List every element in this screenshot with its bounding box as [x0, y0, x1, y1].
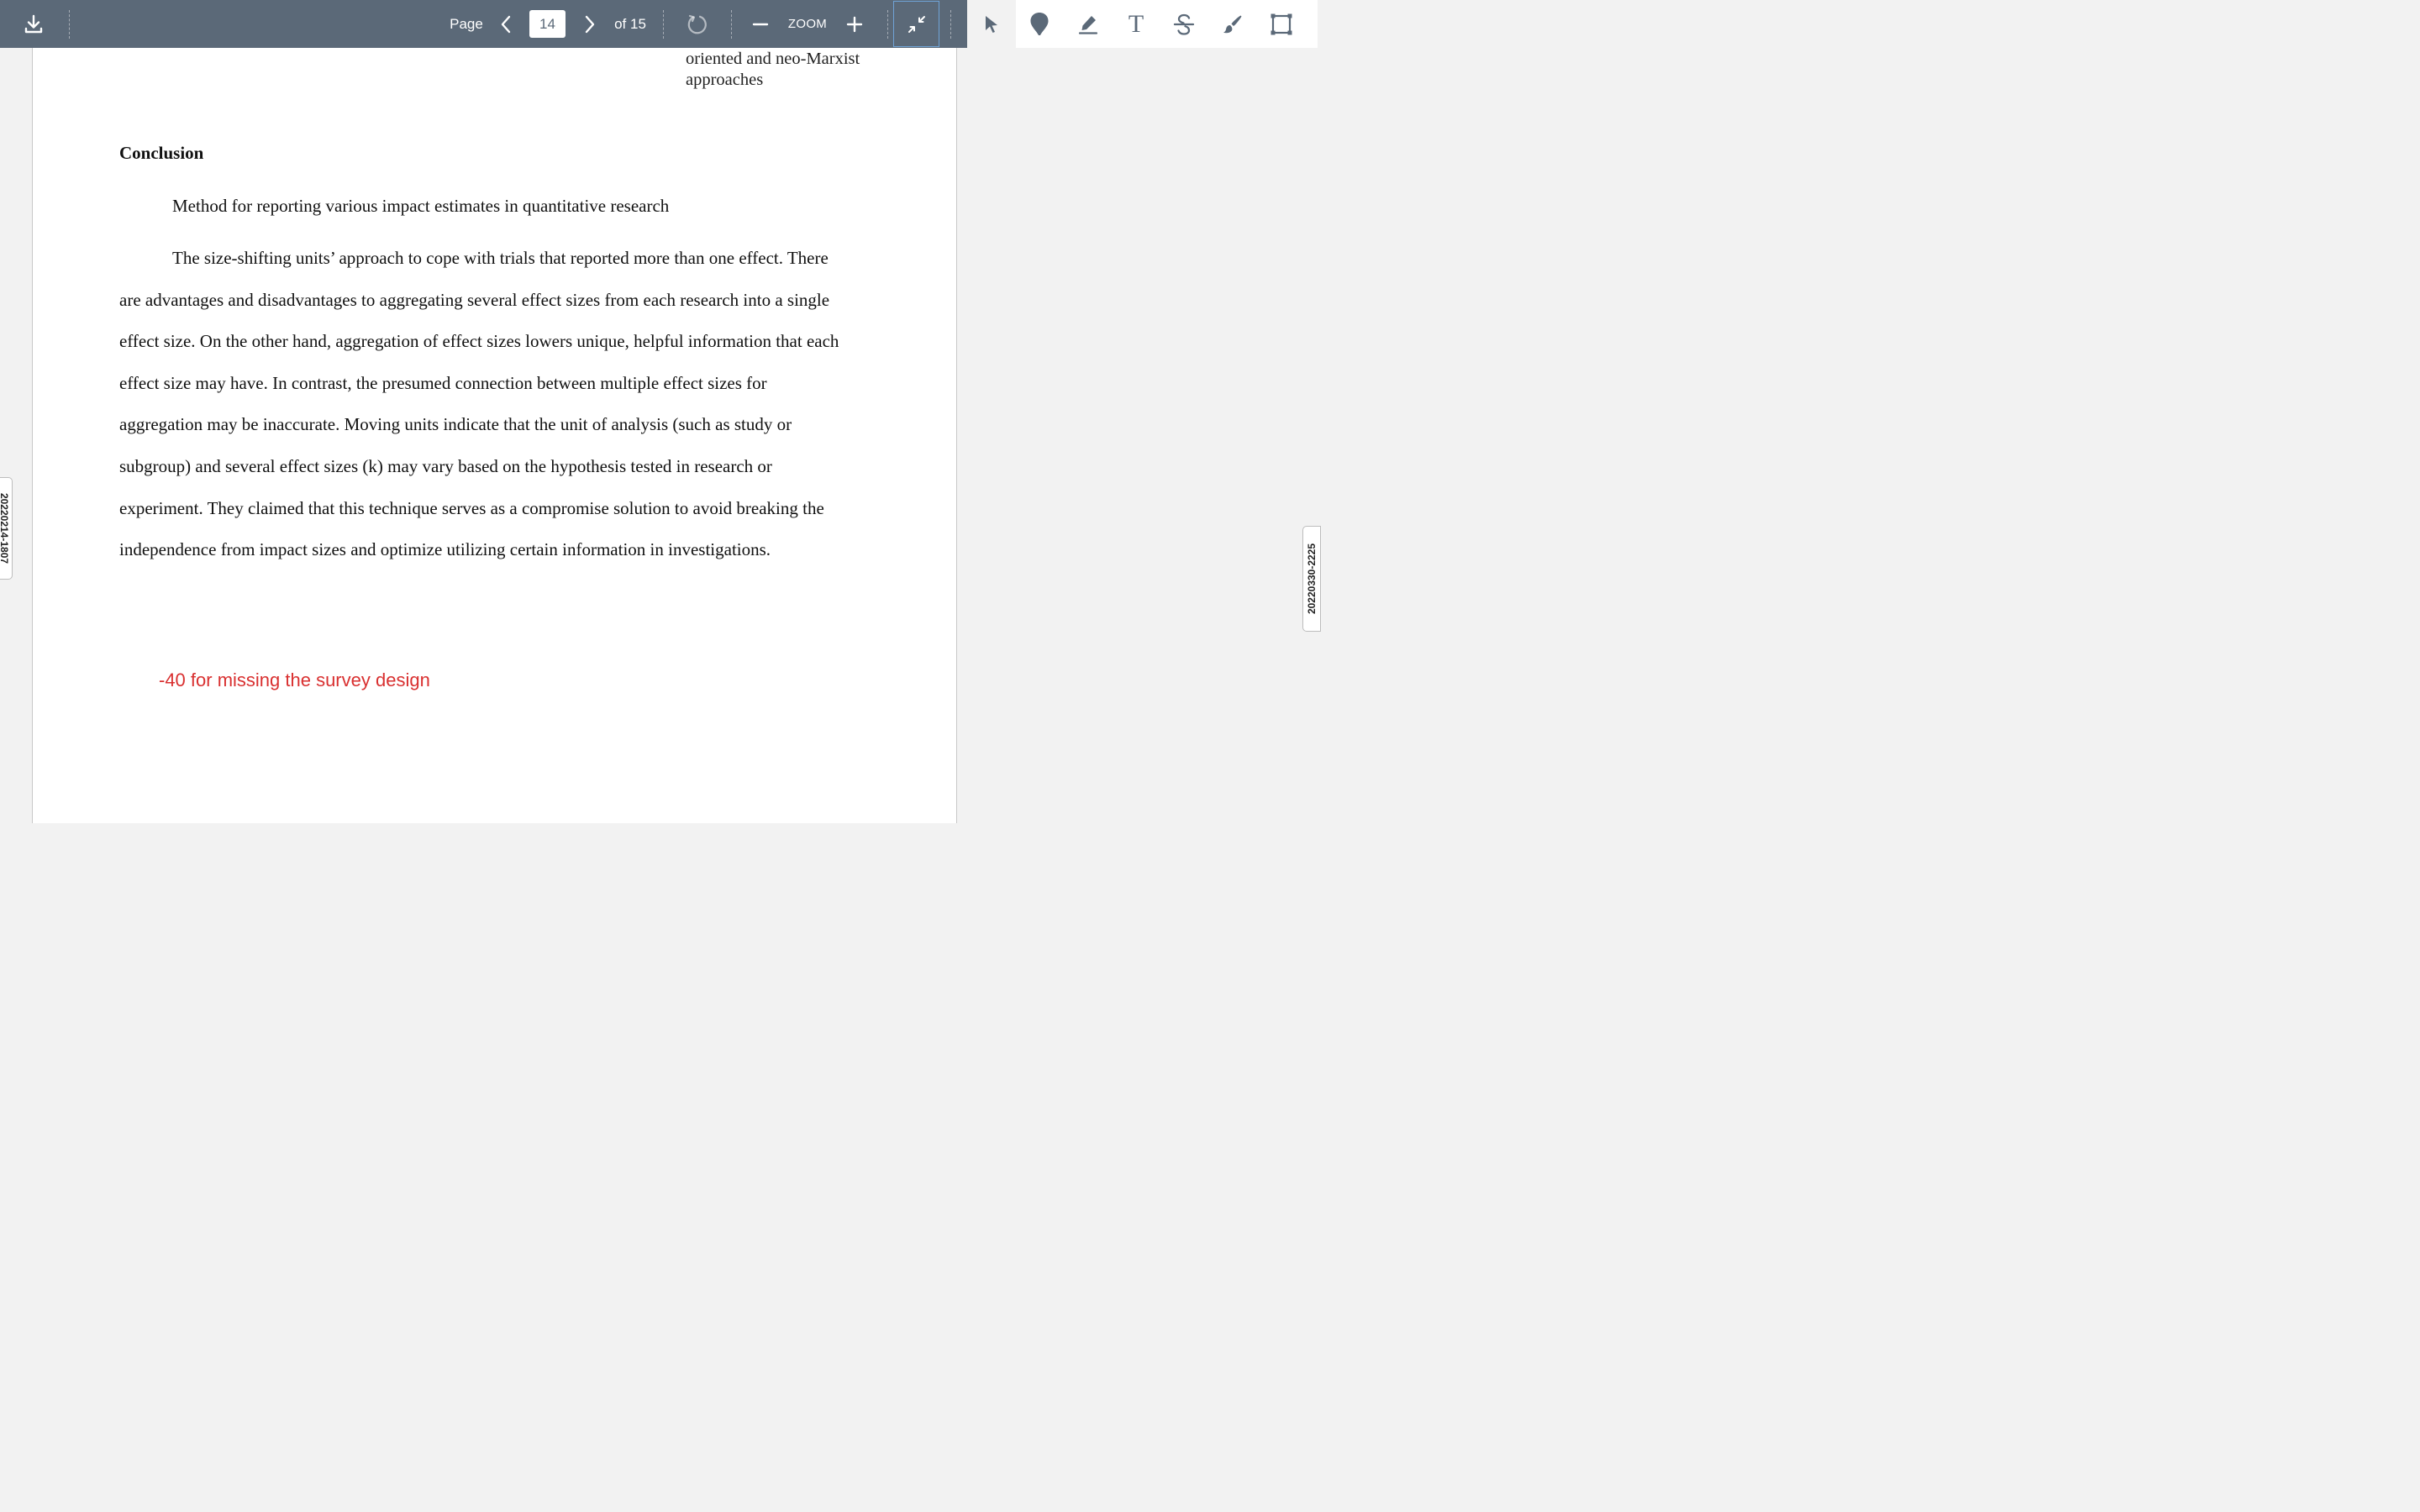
version-tab-left[interactable]: 20220214-1807	[0, 477, 13, 580]
page-count: of 15	[614, 15, 646, 32]
page-label: Page	[450, 15, 483, 32]
paragraph-line: The size-shifting units’ approach to cop…	[172, 248, 829, 268]
text-tool-button[interactable]: T	[1115, 7, 1157, 42]
table-cell-line: approaches	[686, 71, 764, 89]
pin-tool-button[interactable]	[1018, 7, 1061, 42]
toolbar-divider	[69, 10, 70, 39]
select-tool-button[interactable]	[967, 0, 1016, 48]
table-cell-line: oriented and neo-Marxist	[686, 50, 860, 68]
paragraph-line: effect size. On the other hand, aggregat…	[119, 331, 839, 351]
zoom-out-button[interactable]	[750, 12, 771, 37]
zoom-in-button[interactable]	[843, 12, 866, 37]
toolbar: Page of 15 ZOOM	[0, 0, 1318, 48]
page-number-input[interactable]	[529, 10, 566, 38]
area-tool-button[interactable]	[1259, 7, 1304, 42]
next-page-button[interactable]	[578, 11, 602, 38]
fit-page-button[interactable]	[893, 1, 939, 47]
rotate-button[interactable]	[682, 9, 713, 39]
version-tab-label: 20220214-1807	[0, 492, 11, 564]
highlight-tool-button[interactable]	[1066, 7, 1110, 42]
paragraph-line: subgroup) and several effect sizes (k) m…	[119, 456, 772, 476]
strikeout-tool-button[interactable]	[1162, 7, 1206, 42]
text-icon: T	[1128, 10, 1144, 38]
rotate-icon	[687, 14, 707, 34]
chevron-left-icon	[501, 15, 511, 34]
toolbar-divider	[950, 10, 951, 39]
pointer-icon	[986, 15, 997, 33]
toolbar-divider	[887, 10, 888, 39]
section-heading: Conclusion	[119, 143, 204, 163]
draw-tool-button[interactable]	[1211, 7, 1255, 42]
brush-icon	[1223, 15, 1242, 34]
paragraph-line: aggregation may be inaccurate. Moving un…	[119, 414, 792, 434]
toolbar-divider	[663, 10, 664, 39]
collapse-icon	[908, 15, 925, 33]
paragraph-line: independence from impact sizes and optim…	[119, 539, 771, 559]
rectangle-icon	[1270, 13, 1292, 35]
plus-icon	[846, 16, 863, 33]
zoom-label: ZOOM	[787, 17, 828, 31]
version-tab-label: 20220330-2225	[1306, 543, 1318, 615]
toolbar-divider	[731, 10, 732, 39]
previous-page-button[interactable]	[494, 11, 518, 38]
table-cell-text: oriented and neo-Marxist approaches	[686, 49, 860, 91]
download-icon	[24, 14, 43, 34]
pin-icon	[1030, 13, 1049, 35]
download-button[interactable]	[17, 8, 50, 41]
chevron-right-icon	[585, 15, 595, 34]
paragraph-line: experiment. They claimed that this techn…	[119, 498, 824, 518]
grader-comment[interactable]: -40 for missing the survey design	[159, 669, 430, 691]
paragraph-line: effect size may have. In contrast, the p…	[119, 373, 767, 393]
subheading: Method for reporting various impact esti…	[172, 196, 670, 216]
highlighter-icon	[1078, 16, 1098, 34]
strikethrough-icon	[1173, 13, 1195, 35]
version-tab-right[interactable]: 20220330-2225	[1302, 526, 1321, 632]
minus-icon	[752, 23, 769, 26]
document-page: oriented and neo-Marxist approaches Conc…	[32, 48, 957, 823]
paragraph-line: are advantages and disadvantages to aggr…	[119, 290, 830, 310]
